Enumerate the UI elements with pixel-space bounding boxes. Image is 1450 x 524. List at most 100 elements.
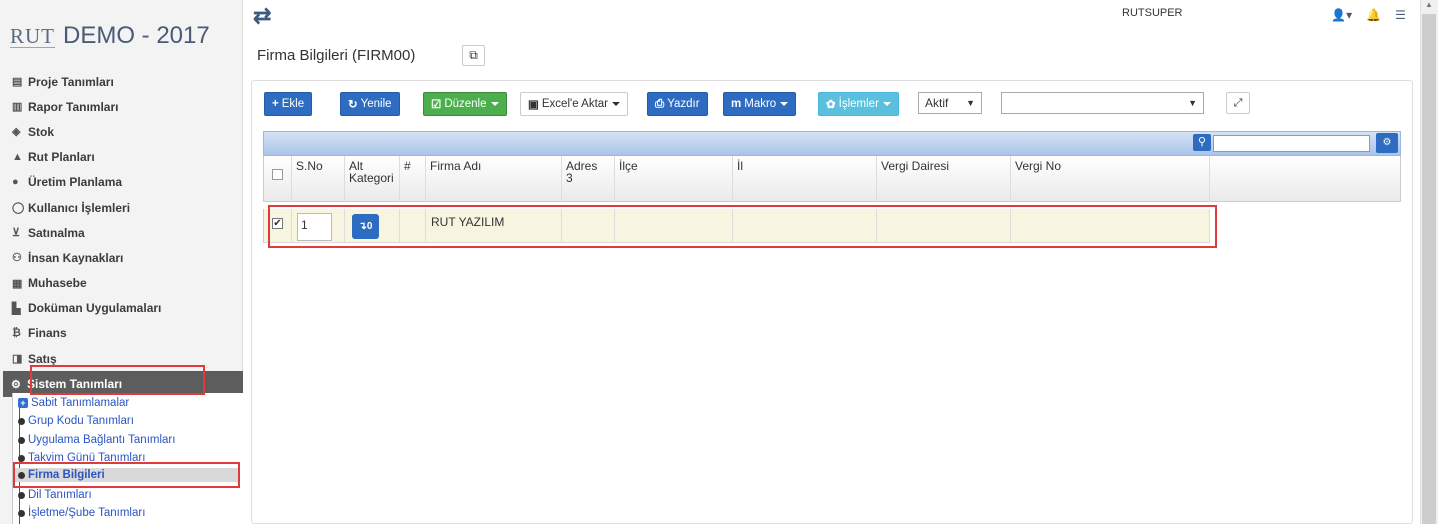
caret-down-icon [780,102,789,106]
header-adres3[interactable]: Adres 3 [562,156,615,202]
highlight-row-frame [268,205,1217,248]
submenu-item-label: Uygulama Bağlantı Tanımları [28,434,176,446]
sidebar-item-rapor[interactable]: ▥ Rapor Tanımları [0,94,243,119]
sidebar-item-muhasebe[interactable]: ▦ Muhasebe [0,271,243,296]
expand-icon: ⤢ [1233,97,1243,109]
cart-icon: ⊻ [12,227,21,240]
excel-export-button[interactable]: ▣ Excel'e Aktar [520,92,628,116]
sidebar-item-kullanici[interactable]: ◯ Kullanıcı İşlemleri [0,195,243,220]
user-menu-icon[interactable]: 👤▾ [1331,8,1352,22]
sidebar-item-label: İnsan Kaynakları [28,250,124,265]
refresh-button-label: Yenile [360,98,392,110]
excel-icon: ▣ [528,99,539,111]
grid-search-button[interactable]: ⚲ [1193,134,1211,151]
caret-down-icon [882,102,891,106]
header-ilce[interactable]: İlçe [615,156,733,202]
gear-icon: ✿ [826,99,836,111]
dot-icon [18,454,25,462]
sidebar-item-label: Rut Planları [28,150,95,165]
status-select[interactable]: Aktif ▼ [918,92,982,114]
sidebar-item-proje[interactable]: ▤ Proje Tanımları [0,69,243,94]
submenu-item-isletme-sube[interactable]: İşletme/Şube Tanımları [18,506,145,520]
header-select-all[interactable] [264,156,292,202]
user-name[interactable]: RUTSUPER [1122,7,1183,19]
print-icon: ⎙ [655,97,665,110]
sidebar-item-rut-planlari[interactable]: ▲ Rut Planları [0,145,243,170]
dot-icon [18,491,25,499]
external-link-icon: ⧉ [469,48,478,62]
tasks-icon[interactable]: ☰ [1395,8,1406,22]
add-button[interactable]: + Ekle [264,92,313,116]
app-title: DEMO - 2017 [63,22,210,49]
grid-settings-button[interactable]: ⚙ [1376,133,1398,153]
header-hash[interactable]: # [400,156,426,202]
header-il[interactable]: İl [733,156,877,202]
sidebar-item-label: Muhasebe [28,276,87,291]
column-header-label: İl [737,159,743,173]
sidebar-item-insan-kaynaklari[interactable]: ⚇ İnsan Kaynakları [0,245,243,270]
column-header-label: 3 [566,171,573,185]
edit-button[interactable]: ☑ Düzenle [423,92,507,116]
header-vergi-dairesi[interactable]: Vergi Dairesi [877,156,1011,202]
bitcoin-icon: ₿ [12,327,21,340]
add-button-label: Ekle [281,98,305,110]
print-button-label: Yazdır [667,98,700,110]
cogs-icon: ⚙ [1382,137,1392,148]
sidebar-menu: ▤ Proje Tanımları ▥ Rapor Tanımları ◈ Stok … [0,69,243,398]
column-header-label: S.No [296,159,323,173]
expand-button[interactable]: ⤢ [1226,92,1250,114]
column-header-label: Vergi Dairesi [881,159,950,173]
sidebar-item-label: Satış [28,351,57,366]
macro-icon: m [731,98,742,110]
column-header-label: İlçe [619,159,638,173]
sidebar-toggle-icon[interactable]: ⇄ [253,5,277,27]
actions-button[interactable]: ✿ İşlemler [818,92,899,116]
select-all-checkbox[interactable] [272,169,283,180]
submenu-item-uygulama-baglanti[interactable]: Uygulama Bağlantı Tanımları [18,433,175,447]
scrollbar-thumb[interactable] [1422,14,1436,524]
submenu-group-sabit[interactable]: + Sabit Tanımlamalar [18,396,129,410]
plus-icon: + [272,98,279,110]
header-firma-adi[interactable]: Firma Adı [426,156,562,202]
book-icon: ▤ [12,76,23,89]
macro-button[interactable]: m Makro [723,92,797,116]
calculator-icon: ▦ [12,277,23,290]
sidebar-item-finans[interactable]: ₿ Finans [0,321,243,346]
header-alt-kategori[interactable]: Alt Kategori [345,156,400,202]
submenu-item-grup-kodu[interactable]: Grup Kodu Tanımları [18,414,134,428]
sidebar-item-satinalma[interactable]: ⊻ Satınalma [0,220,243,245]
grid-search-input[interactable] [1213,135,1370,152]
header-vergi-no[interactable]: Vergi No [1011,156,1210,202]
grid-header: S.No Alt Kategori # Firma Adı Adres 3 İlçe… [263,156,1401,202]
dot-icon [18,417,25,425]
highlight-submenu-frame [13,462,240,488]
submenu-item-dil[interactable]: Dil Tanımları [18,488,92,502]
file-icon: ▙ [12,302,21,315]
chevron-down-icon: ▼ [966,98,975,108]
highlight-menu-frame [30,365,205,395]
road-icon: ▲ [12,151,23,164]
search-icon: ⚲ [1197,136,1207,148]
column-header-label: # [404,159,411,173]
print-button[interactable]: ⎙ Yazdır [647,92,708,116]
dot-icon [18,436,25,444]
sidebar-item-label: Stok [28,124,55,139]
scroll-up-icon[interactable]: ▲ [1423,0,1435,12]
top-bar: ⇄ RUTSUPER 👤▾ 🔔 ☰ ✉▾ [243,0,1450,33]
filter-select[interactable]: ▼ [1001,92,1204,114]
sidebar-item-label: Üretim Planlama [28,175,123,190]
cube-icon: ◈ [12,126,21,139]
bell-icon[interactable]: 🔔 [1366,8,1381,22]
actions-button-label: İşlemler [838,98,879,110]
sidebar-item-label: Kullanıcı İşlemleri [28,200,131,215]
sidebar-item-stok[interactable]: ◈ Stok [0,119,243,144]
open-new-window-button[interactable]: ⧉ [462,45,485,66]
refresh-button[interactable]: ↻ Yenile [340,92,400,116]
column-header-label: Kategori [349,171,394,185]
header-sno[interactable]: S.No [292,156,345,202]
app-logo[interactable]: RUT DEMO - 2017 [10,18,210,54]
sidebar-item-dokuman[interactable]: ▙ Doküman Uygulamaları [0,296,243,321]
caret-down-icon [490,102,499,106]
submenu-item-label: İşletme/Şube Tanımları [28,507,146,519]
sidebar-item-uretim[interactable]: ● Üretim Planlama [0,170,243,195]
